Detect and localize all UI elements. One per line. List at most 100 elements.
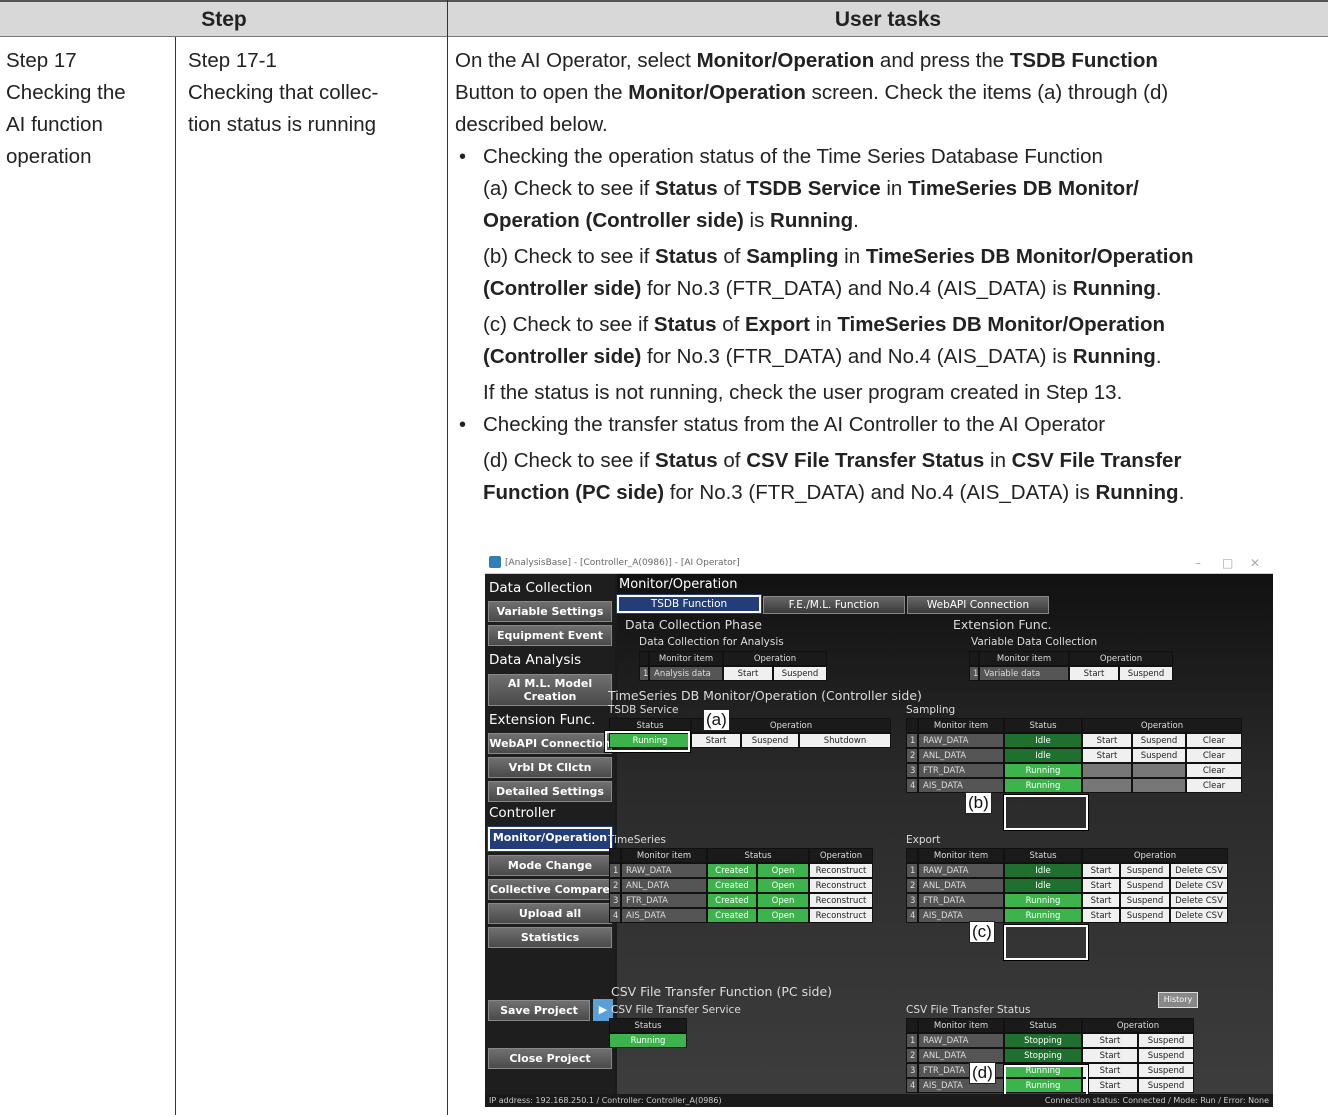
step-17-line-4: operation: [6, 145, 92, 168]
table-row: 3: [906, 1063, 918, 1078]
table-row: 3: [609, 893, 621, 908]
sidebar-item-equipment-event[interactable]: Equipment Event: [488, 625, 612, 646]
export-status: Running: [1004, 908, 1082, 923]
sidebar-item-collective-compare[interactable]: Collective Compare: [488, 879, 612, 900]
sampling-suspend-button[interactable]: Suspend: [1132, 733, 1186, 748]
sampling-start-button[interactable]: Start: [1082, 733, 1132, 748]
status-bar: IP address: 192.168.250.1 / Controller: …: [485, 1094, 1273, 1107]
export-suspend-button[interactable]: Suspend: [1120, 878, 1170, 893]
tsdb-shutdown-button[interactable]: Shutdown: [799, 733, 891, 748]
status-ip-address: IP address: 192.168.250.1 / Controller: …: [489, 1096, 722, 1105]
csv-start-button[interactable]: Start: [1082, 1063, 1138, 1078]
history-button[interactable]: History: [1158, 992, 1198, 1008]
analysis-start-button[interactable]: Start: [723, 666, 773, 681]
variable-row-num: 1: [969, 666, 979, 681]
sidebar-item-monitor-operation[interactable]: Monitor/Operation: [487, 826, 613, 852]
check-d-line-2: Function (PC side) for No.3 (FTR_DATA) a…: [483, 481, 1185, 504]
tsdb-service-label: TSDB Service: [608, 704, 679, 716]
close-icon[interactable]: ✕: [1250, 552, 1260, 574]
minimize-icon[interactable]: –: [1195, 552, 1201, 574]
export-label: Export: [906, 834, 941, 846]
tab-fe-ml-function[interactable]: F.E./M.L. Function: [763, 596, 905, 614]
sidebar-item-detailed-settings[interactable]: Detailed Settings: [488, 781, 612, 802]
table-row: 1: [906, 1033, 918, 1048]
table-row: 2: [906, 748, 918, 763]
bullet-2: •: [459, 414, 467, 436]
tsdb-monitor-title: TimeSeries DB Monitor/Operation (Control…: [608, 688, 922, 703]
ts-reconstruct-button[interactable]: Reconstruct: [809, 893, 873, 908]
export-delete-csv-button[interactable]: Delete CSV: [1170, 878, 1228, 893]
sampling-clear-button[interactable]: Clear: [1186, 778, 1242, 793]
csv-suspend-button[interactable]: Suspend: [1138, 1033, 1194, 1048]
ai-ml-model-label-1: AI M.L. Model: [507, 677, 593, 690]
sampling-clear-button[interactable]: Clear: [1186, 763, 1242, 778]
sidebar-item-upload-all[interactable]: Upload all: [488, 903, 612, 924]
table-row: 4: [906, 778, 918, 793]
tab-webapi-connection[interactable]: WebAPI Connection: [907, 596, 1049, 614]
tsdb-suspend-button[interactable]: Suspend: [741, 733, 799, 748]
csv-start-button[interactable]: Start: [1082, 1078, 1138, 1093]
csv-start-button[interactable]: Start: [1082, 1033, 1138, 1048]
export-start-button[interactable]: Start: [1082, 908, 1120, 923]
close-project-button[interactable]: Close Project: [488, 1048, 612, 1069]
task-line-2: Button to open the Monitor/Operation scr…: [455, 81, 1169, 104]
timeseries-table: Monitor item Status Operation 1 RAW_DATA…: [609, 848, 873, 923]
sidebar-item-statistics[interactable]: Statistics: [488, 927, 612, 948]
ts-status-created: Created: [707, 908, 757, 923]
step-17-line-2: Checking the: [6, 81, 126, 104]
check-b-line-1: (b) Check to see if Status of Sampling i…: [483, 245, 1194, 268]
step-17-line-1: Step 17: [6, 49, 77, 72]
table-row: 4: [609, 908, 621, 923]
highlight-a: [605, 731, 690, 752]
csv-suspend-button[interactable]: Suspend: [1138, 1063, 1194, 1078]
ts-reconstruct-button[interactable]: Reconstruct: [809, 878, 873, 893]
csv-service-table: Status Running: [609, 1018, 687, 1048]
csv-service-label: CSV File Transfer Service: [611, 1004, 741, 1016]
csv-suspend-button[interactable]: Suspend: [1138, 1078, 1194, 1093]
callout-b: (b): [965, 792, 992, 814]
tsdb-start-button[interactable]: Start: [691, 733, 741, 748]
export-delete-csv-button[interactable]: Delete CSV: [1170, 893, 1228, 908]
export-suspend-button[interactable]: Suspend: [1120, 863, 1170, 878]
export-suspend-button[interactable]: Suspend: [1120, 908, 1170, 923]
header-step: Step: [201, 8, 247, 31]
ts-reconstruct-button[interactable]: Reconstruct: [809, 908, 873, 923]
variable-suspend-button[interactable]: Suspend: [1119, 666, 1173, 681]
export-start-button[interactable]: Start: [1082, 893, 1120, 908]
highlight-c: [1004, 925, 1088, 960]
sidebar-item-ai-ml-model[interactable]: AI M.L. Model Creation: [488, 674, 612, 706]
sampling-clear-button[interactable]: Clear: [1186, 733, 1242, 748]
export-start-button[interactable]: Start: [1082, 863, 1120, 878]
sampling-start-button[interactable]: Start: [1082, 748, 1132, 763]
sampling-status: Running: [1004, 778, 1082, 793]
table-row: 1: [906, 733, 918, 748]
sampling-item: FTR_DATA: [918, 763, 1004, 778]
csv-suspend-button[interactable]: Suspend: [1138, 1048, 1194, 1063]
maximize-icon[interactable]: □: [1222, 552, 1233, 574]
sidebar-item-webapi-connection[interactable]: WebAPI Connection: [488, 733, 612, 754]
sampling-suspend-button[interactable]: Suspend: [1132, 748, 1186, 763]
sidebar-item-variable-settings[interactable]: Variable Settings: [488, 601, 612, 622]
ts-reconstruct-button[interactable]: Reconstruct: [809, 863, 873, 878]
analysis-suspend-button[interactable]: Suspend: [773, 666, 827, 681]
csv-service-status: Running: [609, 1033, 687, 1048]
task-line-1: On the AI Operator, select Monitor/Opera…: [455, 49, 1158, 72]
data-collection-phase-title: Data Collection Phase: [625, 617, 762, 632]
check-c-line-1: (c) Check to see if Status of Export in …: [483, 313, 1166, 336]
sidebar-item-mode-change[interactable]: Mode Change: [488, 855, 612, 876]
sidebar-item-vrbl-dt-cllctn[interactable]: Vrbl Dt Cllctn: [488, 757, 612, 778]
export-delete-csv-button[interactable]: Delete CSV: [1170, 863, 1228, 878]
tab-tsdb-function[interactable]: TSDB Function: [616, 594, 762, 614]
sidebar-header-data-analysis: Data Analysis: [489, 652, 582, 668]
export-suspend-button[interactable]: Suspend: [1120, 893, 1170, 908]
table-row: 2: [609, 878, 621, 893]
export-delete-csv-button[interactable]: Delete CSV: [1170, 908, 1228, 923]
save-project-button[interactable]: Save Project: [488, 1000, 590, 1021]
export-start-button[interactable]: Start: [1082, 878, 1120, 893]
variable-start-button[interactable]: Start: [1069, 666, 1119, 681]
sampling-clear-button[interactable]: Clear: [1186, 748, 1242, 763]
ts-status-created: Created: [707, 893, 757, 908]
app-logo-icon: [489, 556, 501, 568]
csv-start-button[interactable]: Start: [1082, 1048, 1138, 1063]
window-title: [AnalysisBase] - [Controller_A(0986)] - …: [505, 558, 740, 568]
